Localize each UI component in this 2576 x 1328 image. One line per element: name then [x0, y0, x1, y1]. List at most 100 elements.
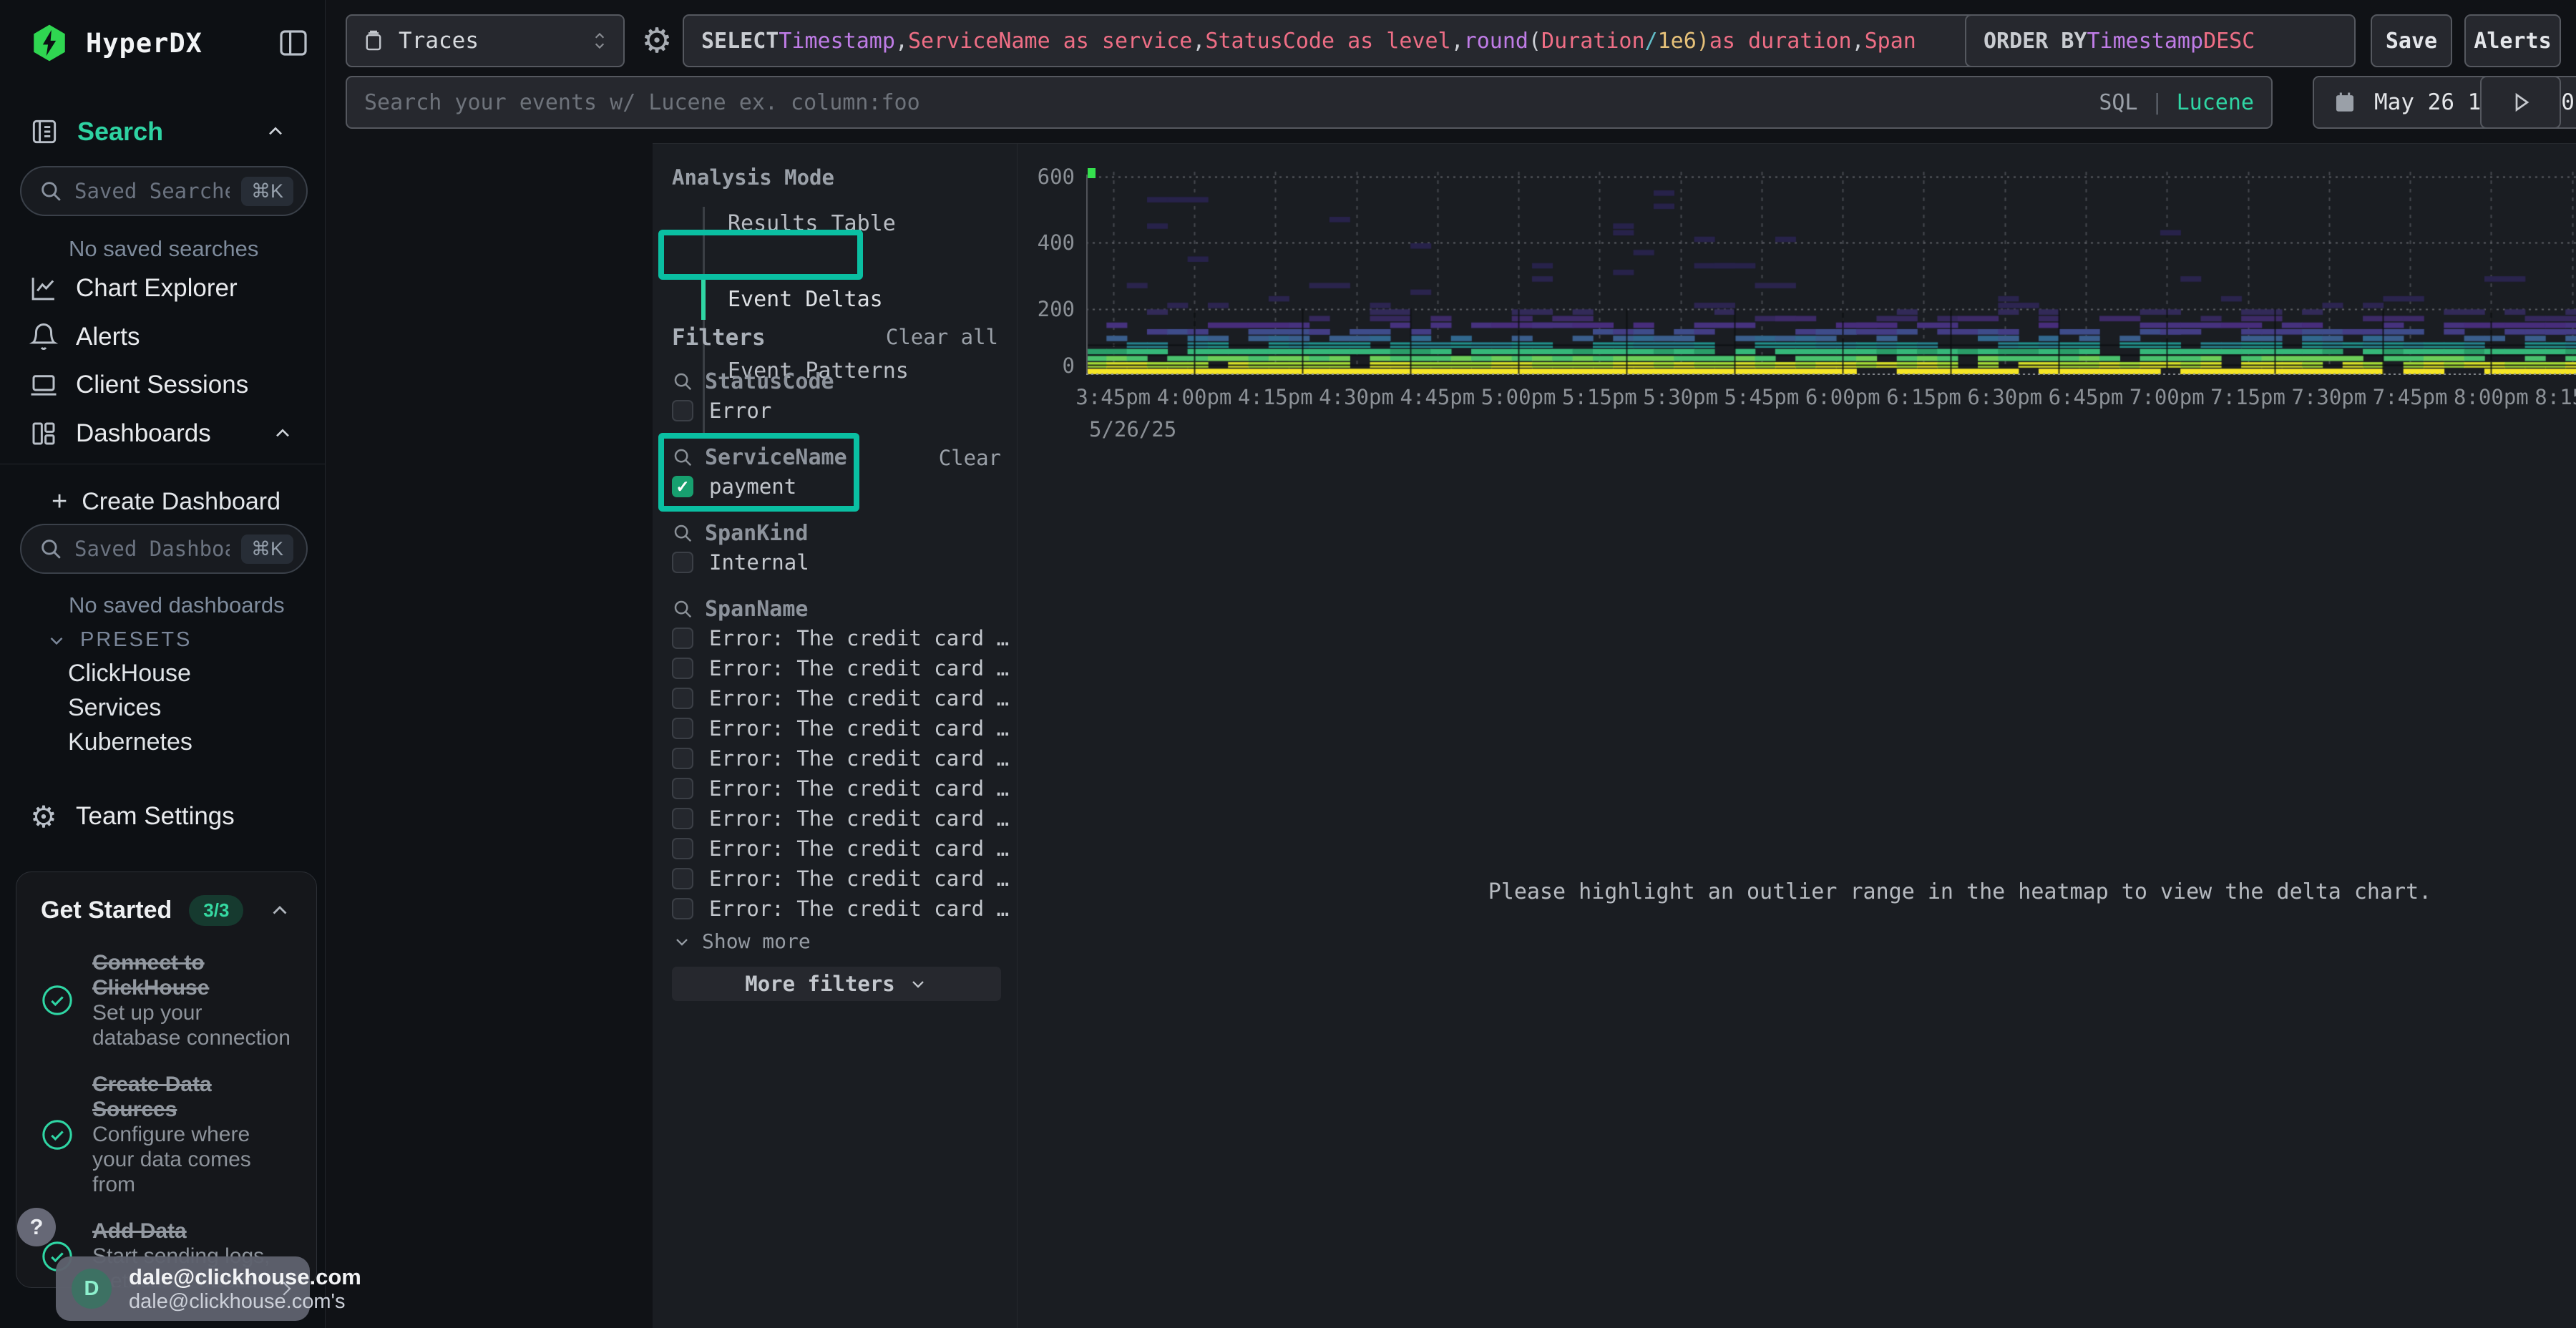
heatmap-chart-area: 600 400 200 0 3:45pm4:00pm4:15pm4:30pm4:…	[1018, 144, 2576, 1328]
checkbox-unchecked[interactable]	[672, 808, 693, 829]
step-title: Create Data Sources	[92, 1073, 212, 1121]
sql-token: /	[1645, 29, 1658, 54]
filter-option[interactable]: Error: The credit card …	[672, 713, 1001, 743]
mode-results-table[interactable]: Results Table	[728, 211, 896, 240]
sidebar-item-search[interactable]: Search	[29, 113, 297, 150]
saved-searches-box[interactable]: ⌘K	[20, 166, 308, 216]
filter-option[interactable]: ✓ payment	[672, 472, 1001, 502]
filter-option[interactable]: Error: The credit card …	[672, 864, 1001, 894]
event-search-input[interactable]	[364, 90, 2099, 115]
shortcut-badge: ⌘K	[241, 177, 293, 206]
checkbox-unchecked[interactable]	[672, 838, 693, 859]
order-by-editor[interactable]: ORDER BY Timestamp DESC	[1965, 14, 2356, 67]
filter-option[interactable]: Error: The credit card …	[672, 894, 1001, 924]
sidebar-item-chart-explorer[interactable]: Chart Explorer	[29, 268, 304, 309]
checkbox-unchecked[interactable]	[672, 552, 693, 573]
chevron-up-icon[interactable]	[268, 899, 292, 923]
app-title: HyperDX	[86, 28, 203, 59]
preset-kubernetes[interactable]: Kubernetes	[68, 728, 192, 756]
saved-dashboards-box[interactable]: ⌘K	[20, 524, 308, 574]
x-axis-tick: 5:30pm	[1643, 385, 1718, 409]
sidebar-item-team-settings[interactable]: ⚙ Team Settings	[29, 796, 304, 837]
filter-option[interactable]: Error: The credit card …	[672, 743, 1001, 773]
checkbox-unchecked[interactable]	[672, 688, 693, 709]
sidebar-item-alerts[interactable]: Alerts	[29, 316, 304, 358]
source-settings-gear-icon[interactable]: ⚙	[638, 20, 675, 62]
filter-option[interactable]: Error: The credit card …	[672, 834, 1001, 864]
clear-group-button[interactable]: Clear	[939, 446, 1001, 470]
source-select[interactable]: Traces	[346, 14, 625, 67]
lucene-toggle[interactable]: Lucene	[2177, 90, 2254, 115]
get-started-title: Get Started	[41, 897, 172, 924]
checkbox-unchecked[interactable]	[672, 748, 693, 769]
search-icon[interactable]	[672, 371, 693, 392]
mode-event-deltas[interactable]: Event Deltas	[728, 287, 883, 316]
filter-option[interactable]: Internal	[672, 547, 1001, 577]
check-circle-icon	[41, 984, 74, 1017]
sidebar-collapse-icon[interactable]	[276, 26, 311, 60]
help-button[interactable]: ?	[17, 1208, 56, 1246]
create-dashboard-label: Create Dashboard	[82, 488, 280, 516]
checkbox-unchecked[interactable]	[672, 898, 693, 919]
x-axis-tick: 6:15pm	[1886, 385, 1961, 409]
presets-toggle[interactable]: PRESETS	[46, 628, 192, 652]
clear-all-button[interactable]: Clear all	[886, 325, 998, 349]
logo[interactable]: HyperDX	[29, 20, 203, 66]
dashboards-icon	[29, 419, 59, 449]
sidebar-item-dashboards[interactable]: Dashboards	[29, 413, 304, 454]
sidebar-item-client-sessions[interactable]: Client Sessions	[29, 364, 304, 406]
preset-services[interactable]: Services	[68, 694, 161, 722]
sql-token: round	[1464, 29, 1528, 54]
show-more-button[interactable]: Show more	[672, 929, 811, 953]
sql-token: DESC	[2203, 29, 2255, 54]
y-axis-tick: 400	[1018, 230, 1075, 255]
checkbox-checked[interactable]: ✓	[672, 476, 693, 497]
filter-option[interactable]: Error: The credit card …	[672, 683, 1001, 713]
saved-dashboards-input[interactable]	[74, 537, 230, 561]
event-search-box[interactable]: SQL | Lucene	[346, 76, 2273, 129]
run-query-button[interactable]	[2480, 76, 2561, 129]
checkbox-unchecked[interactable]	[672, 778, 693, 799]
chevron-up-icon[interactable]	[264, 120, 287, 143]
filter-option-label: Error: The credit card …	[709, 866, 1009, 891]
filter-option[interactable]: Error: The credit card …	[672, 623, 1001, 653]
saved-searches-input[interactable]	[74, 179, 230, 203]
search-icon[interactable]	[672, 522, 693, 544]
get-started-item[interactable]: Create Data Sources Configure where your…	[41, 1072, 292, 1197]
sql-token: )	[1697, 29, 1709, 54]
x-axis-tick: 6:30pm	[1967, 385, 2042, 409]
user-menu[interactable]: D dale@clickhouse.com dale@clickhouse.co…	[56, 1256, 310, 1321]
preset-clickhouse[interactable]: ClickHouse	[68, 660, 191, 688]
checkbox-unchecked[interactable]	[672, 658, 693, 679]
create-dashboard-button[interactable]: + Create Dashboard	[52, 484, 280, 519]
filter-option-label: Internal	[709, 550, 809, 575]
user-team: dale@clickhouse.com's	[129, 1290, 258, 1314]
alerts-button[interactable]: Alerts	[2464, 14, 2561, 67]
filter-option-label: Error: The credit card …	[709, 776, 1009, 801]
no-saved-dashboards-text: No saved dashboards	[69, 592, 285, 618]
filter-panel: Analysis Mode Results Table Event Deltas…	[653, 144, 1018, 1328]
sql-token: (	[1528, 29, 1541, 54]
checkbox-unchecked[interactable]	[672, 628, 693, 649]
sql-token: ServiceName as service	[908, 29, 1192, 54]
get-started-item[interactable]: Connect to ClickHouse Set up your databa…	[41, 950, 292, 1050]
chevron-up-icon[interactable]	[271, 422, 294, 445]
search-icon[interactable]	[672, 446, 693, 468]
checkbox-unchecked[interactable]	[672, 718, 693, 739]
filter-option[interactable]: Error: The credit card …	[672, 804, 1001, 834]
filter-option[interactable]: Error: The credit card …	[672, 773, 1001, 804]
filter-option-label: payment	[709, 474, 796, 499]
duration-heatmap[interactable]	[1086, 167, 2576, 375]
filter-option[interactable]: Error: The credit card …	[672, 653, 1001, 683]
checkbox-unchecked[interactable]	[672, 400, 693, 421]
search-icon[interactable]	[672, 598, 693, 620]
get-started-progress-badge: 3/3	[189, 895, 243, 926]
save-button[interactable]: Save	[2371, 14, 2452, 67]
chart-explorer-icon	[29, 273, 59, 303]
sidebar-search-label: Search	[77, 117, 163, 147]
checkbox-unchecked[interactable]	[672, 868, 693, 889]
filter-group-name: StatusCode	[705, 369, 834, 394]
sql-toggle[interactable]: SQL	[2099, 90, 2137, 115]
more-filters-button[interactable]: More filters	[672, 967, 1001, 1001]
filter-option[interactable]: Error	[672, 396, 1001, 426]
